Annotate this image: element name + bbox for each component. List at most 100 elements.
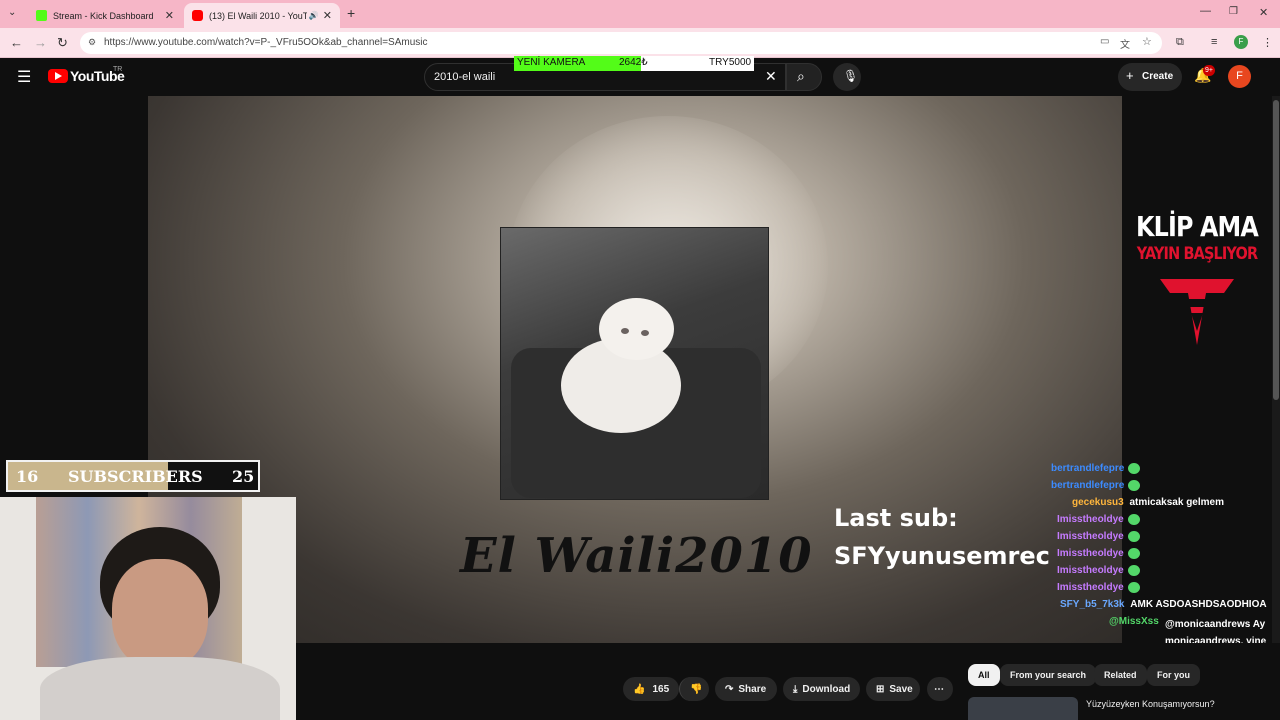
chat-message: gecekusu3 atmicaksak gelmem xyxy=(1072,497,1224,513)
notification-count-badge: 9+ xyxy=(1203,65,1215,76)
chat-message: bertrandlefepre xyxy=(1051,480,1141,496)
webcam-feed xyxy=(0,497,296,720)
tab-kick-dashboard[interactable]: Stream - Kick Dashboard ✕ xyxy=(28,3,182,28)
like-count: 165 xyxy=(652,683,670,695)
clear-search-icon[interactable]: ✕ xyxy=(765,68,777,85)
youtube-logo-icon[interactable] xyxy=(48,69,68,83)
close-window-icon[interactable]: ✕ xyxy=(1259,6,1268,19)
extensions-icon[interactable]: ⧉ xyxy=(1176,36,1184,49)
browser-tab-bar: ⌄ Stream - Kick Dashboard ✕ (13) El Wail… xyxy=(0,0,1280,28)
download-label: Download xyxy=(802,683,851,695)
reading-list-icon[interactable]: ≡ xyxy=(1211,36,1217,48)
plus-icon: + xyxy=(1126,68,1134,83)
tab-youtube[interactable]: (13) El Waili 2010 - YouTube 🔊 ✕ xyxy=(184,3,340,28)
create-button[interactable]: + Create xyxy=(1118,63,1182,91)
donation-goal-label: YENİ KAMERA xyxy=(517,57,586,68)
bookmark-star-icon[interactable]: ☆ xyxy=(1142,35,1152,48)
chip-from-your-search[interactable]: From your search xyxy=(1000,664,1097,686)
youtube-header: ☰ YouTube TR 2010-el waili ✕ YENİ KAMERA… xyxy=(0,56,1280,96)
back-icon[interactable]: ← xyxy=(10,35,23,50)
donation-goal-target: TRY5000 xyxy=(709,57,752,68)
cat-head-shape xyxy=(599,298,674,360)
thumbs-down-icon: 👎 xyxy=(690,683,703,695)
country-code: TR xyxy=(113,66,123,73)
chat-text: AMK ASDOASHDSAODHIOA xyxy=(1130,599,1267,610)
chip-for-you[interactable]: For you xyxy=(1147,664,1200,686)
emote-icon xyxy=(1127,548,1140,559)
chat-username: bertrandlefepre xyxy=(1051,463,1125,475)
new-tab-icon[interactable]: + xyxy=(347,5,355,21)
chat-username: Imisstheoldye xyxy=(1057,531,1124,543)
close-tab-icon[interactable]: ✕ xyxy=(165,9,174,22)
page-scrollbar[interactable] xyxy=(1272,96,1280,643)
cat-photo xyxy=(500,227,769,500)
tab-title: Stream - Kick Dashboard xyxy=(53,10,154,21)
cast-icon[interactable]: ▭ xyxy=(1100,36,1109,47)
maximize-icon[interactable]: ❐ xyxy=(1229,6,1238,17)
donation-goal-amount: 2642₺ xyxy=(619,57,648,68)
emote-icon xyxy=(1128,480,1141,491)
subscriber-goal-start: 16 xyxy=(16,467,39,486)
search-button[interactable]: ⌕ xyxy=(786,63,822,91)
subscriber-goal-end: 25 xyxy=(232,467,255,486)
chip-related[interactable]: Related xyxy=(1094,664,1147,686)
subscriber-goal-bar: 16 SUBSCRIBERS 25 xyxy=(6,460,260,492)
download-button[interactable]: ⤓ Download xyxy=(783,677,860,701)
translate-icon[interactable]: 文 xyxy=(1120,36,1130,51)
chat-username: SFY_b5_7k3k xyxy=(1060,599,1125,610)
microphone-icon: 🎙 xyxy=(843,69,859,83)
chat-message: bertrandlefepre xyxy=(1051,463,1141,479)
chat-username: Imisstheoldye xyxy=(1057,565,1124,577)
emote-icon xyxy=(1127,582,1140,593)
minimize-icon[interactable]: — xyxy=(1200,5,1211,17)
menu-kebab-icon[interactable]: ⋮ xyxy=(1262,36,1273,49)
download-icon: ⤓ xyxy=(793,683,798,695)
recommended-thumbnail[interactable] xyxy=(968,697,1078,720)
voice-search-button[interactable]: 🎙 xyxy=(833,63,861,91)
close-tab-icon[interactable]: ✕ xyxy=(323,9,332,22)
speaker-icon[interactable]: 🔊 xyxy=(309,11,319,20)
chat-username: Imisstheoldye xyxy=(1057,582,1124,594)
promo-overlay: KLİP AMA YAYIN BAŞLIYOR xyxy=(1122,200,1280,360)
chat-username: @MissXss xyxy=(1109,616,1159,627)
chat-message: Imisstheoldye xyxy=(1057,582,1140,598)
video-title-overlay: El Waili2010 xyxy=(460,528,813,584)
emote-icon xyxy=(1127,565,1140,576)
emote-icon xyxy=(1128,463,1141,474)
person-face xyxy=(112,559,208,669)
share-icon: ↷ xyxy=(725,683,734,695)
share-button[interactable]: ↷ Share xyxy=(715,677,777,701)
cat-eye-shape xyxy=(641,330,649,336)
url-text: https://www.youtube.com/watch?v=P-_VFru5… xyxy=(104,37,428,48)
like-button[interactable]: 👍 165 xyxy=(623,677,679,701)
promo-line1: KLİP AMA xyxy=(1136,210,1259,243)
reload-icon[interactable]: ↻ xyxy=(57,35,68,51)
account-avatar[interactable]: F xyxy=(1228,65,1251,88)
person-shirt xyxy=(40,657,280,720)
address-bar[interactable]: ⚙ https://www.youtube.com/watch?v=P-_VFr… xyxy=(80,32,1162,54)
chat-message: Imisstheoldye xyxy=(1057,548,1140,564)
emote-icon xyxy=(1127,514,1140,525)
chip-all[interactable]: All xyxy=(968,664,1000,686)
more-horiz-icon: ⋯ xyxy=(934,683,944,695)
dislike-button[interactable]: 👎 xyxy=(679,677,709,701)
scrollbar-thumb[interactable] xyxy=(1273,100,1279,400)
save-label: Save xyxy=(889,683,913,695)
site-info-icon[interactable]: ⚙ xyxy=(88,37,96,48)
hamburger-menu-icon[interactable]: ☰ xyxy=(17,67,31,87)
kick-favicon-icon xyxy=(36,10,47,21)
promo-line2: YAYIN BAŞLIYOR xyxy=(1136,244,1258,264)
create-label: Create xyxy=(1142,71,1174,82)
share-label: Share xyxy=(738,683,767,695)
chat-message: Imisstheoldye xyxy=(1057,565,1140,581)
more-actions-button[interactable]: ⋯ xyxy=(927,677,953,701)
save-button[interactable]: ⊞ Save xyxy=(866,677,920,701)
chat-username: bertrandlefepre xyxy=(1051,480,1125,492)
emote-icon xyxy=(1127,531,1140,542)
forward-icon[interactable]: → xyxy=(34,35,47,50)
tab-list-icon[interactable]: ⌄ xyxy=(8,7,16,18)
cat-eye-shape xyxy=(621,328,629,334)
recommended-title[interactable]: Yüzyüzeyken Konuşamıyorsun? xyxy=(1086,699,1215,709)
profile-avatar[interactable]: F xyxy=(1234,35,1248,49)
search-icon: ⌕ xyxy=(797,68,805,84)
